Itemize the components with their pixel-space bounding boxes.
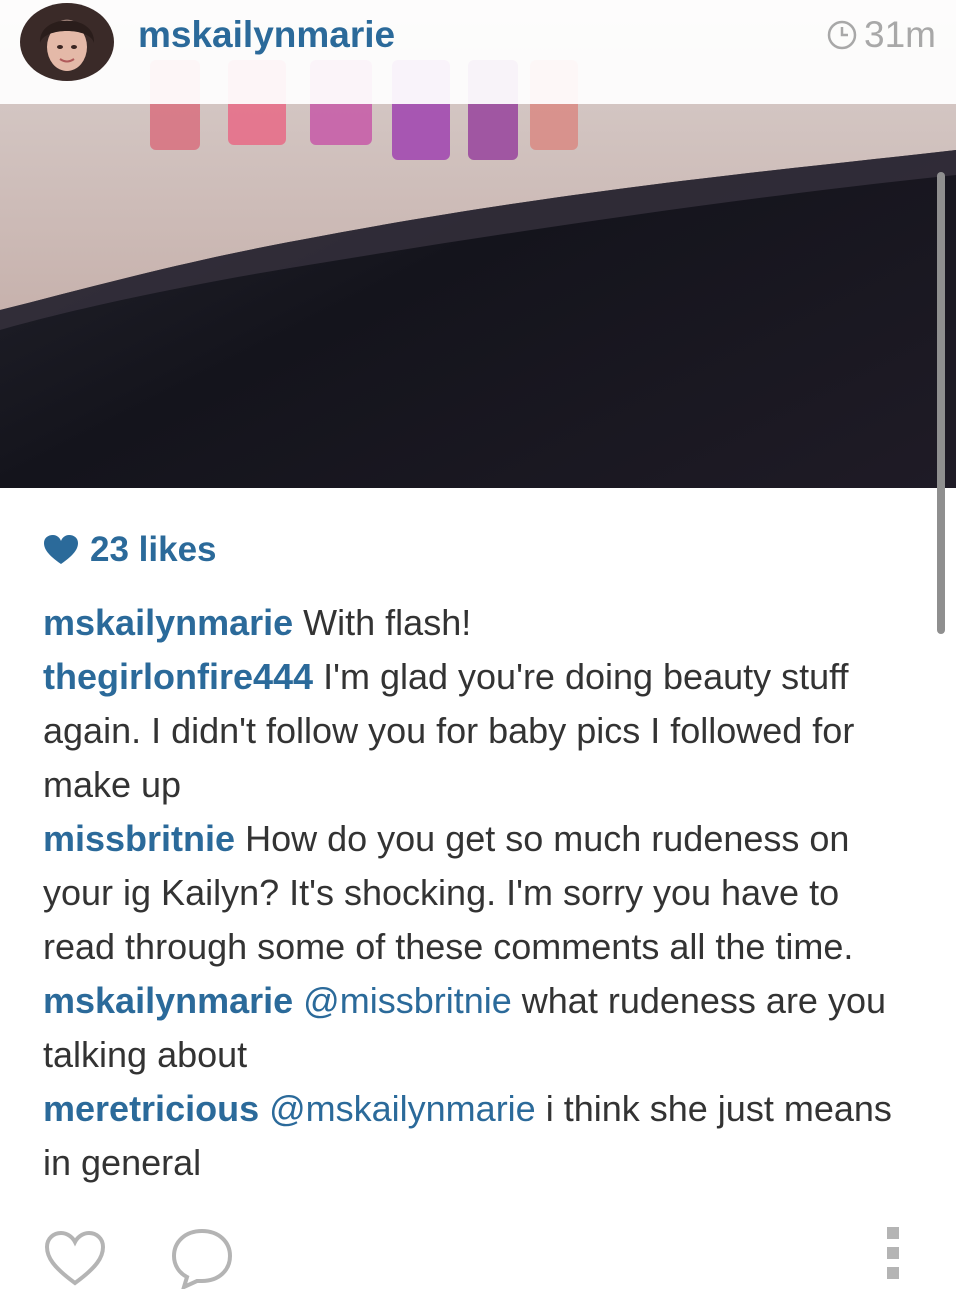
clock-icon [827,20,857,50]
heart-outline-icon[interactable] [43,1229,107,1287]
comment: mskailynmarie With flash! [43,596,915,650]
avatar[interactable] [20,3,114,81]
comment: meretricious @mskailynmarie i think she … [43,1082,915,1190]
comment-author[interactable]: thegirlonfire444 [43,656,313,697]
comment-author[interactable]: meretricious [43,1088,259,1129]
comment-mention[interactable]: @missbritnie [303,980,512,1021]
comment-author[interactable]: mskailynmarie [43,602,293,643]
post-header: mskailynmarie 31m [0,0,956,104]
avatar-image [39,20,95,71]
comment-author[interactable]: missbritnie [43,818,235,859]
post-time-label: 31m [864,14,936,55]
comment-text: With flash! [303,602,472,643]
post-username[interactable]: mskailynmarie [138,14,395,56]
comment-list: mskailynmarie With flash! thegirlonfire4… [43,596,915,1190]
comment-mention[interactable]: @mskailynmarie [269,1088,536,1129]
comment: thegirlonfire444 I'm glad you're doing b… [43,650,915,812]
comment: mskailynmarie @missbritnie what rudeness… [43,974,915,1082]
more-dots-icon[interactable] [885,1221,901,1281]
likes-label: 23 likes [90,530,217,569]
likes-count[interactable]: 23 likes [44,530,217,570]
comment-author[interactable]: mskailynmarie [43,980,293,1021]
heart-icon [44,535,78,564]
comment: missbritnie How do you get so much ruden… [43,812,915,974]
post-timestamp: 31m [826,14,936,56]
scrollbar[interactable] [937,172,945,634]
post-actions [0,1215,956,1289]
